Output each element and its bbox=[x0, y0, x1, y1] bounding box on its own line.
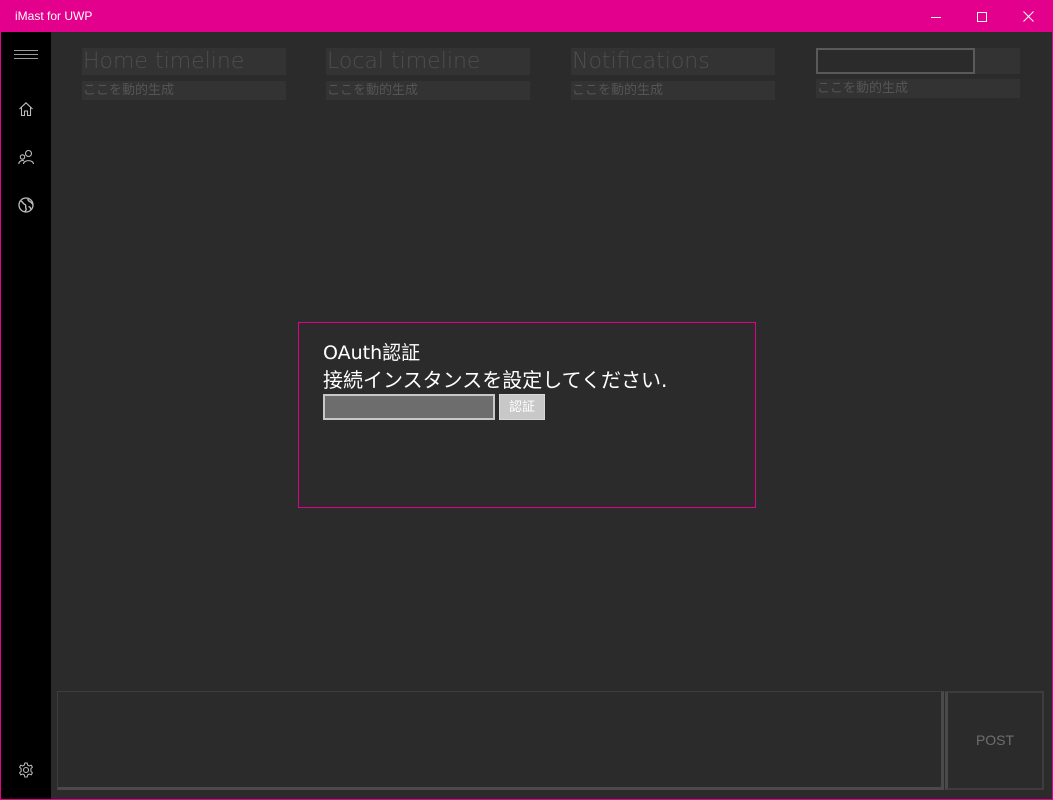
minimize-button[interactable] bbox=[913, 1, 959, 32]
close-button[interactable] bbox=[1005, 1, 1051, 32]
gear-icon bbox=[18, 762, 34, 778]
app-window: iMast for UWP Home timeline ここを動的生成 Loca… bbox=[0, 0, 1053, 800]
people-icon bbox=[18, 149, 34, 165]
right-edge-strip bbox=[1044, 32, 1052, 799]
hamburger-menu-button[interactable] bbox=[1, 36, 51, 76]
compose-textbox[interactable] bbox=[57, 691, 944, 790]
column-subtitle-notifications: ここを動的生成 bbox=[571, 81, 775, 100]
dialog-title: OAuth認証 bbox=[323, 342, 421, 364]
column-title-home: Home timeline bbox=[82, 48, 286, 75]
column-subtitle-custom: ここを動的生成 bbox=[816, 79, 1020, 98]
instance-input[interactable] bbox=[323, 394, 495, 420]
nav-settings-button[interactable] bbox=[1, 750, 51, 790]
column-search-input[interactable] bbox=[816, 48, 975, 74]
window-title: iMast for UWP bbox=[15, 9, 93, 23]
title-bar: iMast for UWP bbox=[1, 1, 1052, 32]
post-button[interactable]: POST bbox=[945, 691, 1044, 790]
close-icon bbox=[1022, 11, 1034, 22]
column-title-notifications: Notifications bbox=[571, 48, 775, 75]
maximize-icon bbox=[977, 11, 987, 22]
minimize-icon bbox=[931, 16, 941, 18]
column-subtitle-home: ここを動的生成 bbox=[82, 81, 286, 100]
home-icon bbox=[19, 102, 33, 117]
nav-globe-button[interactable] bbox=[1, 185, 51, 225]
column-title-local: Local timeline bbox=[326, 48, 530, 75]
auth-button[interactable]: 認証 bbox=[499, 394, 545, 420]
globe-icon bbox=[18, 197, 34, 213]
nav-rail bbox=[1, 32, 51, 799]
oauth-dialog: OAuth認証 接続インスタンスを設定してください. 認証 bbox=[298, 322, 756, 508]
maximize-button[interactable] bbox=[959, 1, 1005, 32]
column-subtitle-local: ここを動的生成 bbox=[326, 81, 530, 100]
nav-people-button[interactable] bbox=[1, 137, 51, 177]
hamburger-menu-icon bbox=[14, 50, 38, 59]
nav-home-button[interactable] bbox=[1, 89, 51, 129]
dialog-message: 接続インスタンスを設定してください. bbox=[323, 368, 668, 392]
